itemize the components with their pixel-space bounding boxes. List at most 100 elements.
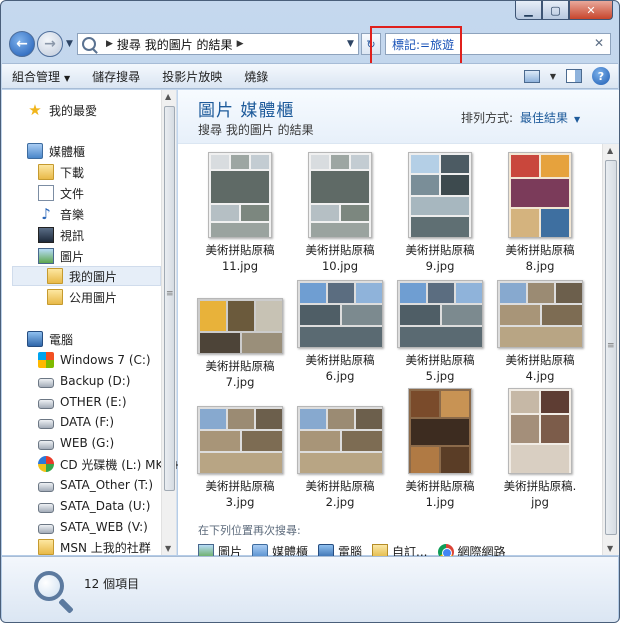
file-item[interactable]: 美術拼貼原稿 6.jpg: [294, 278, 386, 406]
nav-item-drive-d[interactable]: Backup (D:): [38, 371, 130, 391]
breadcrumb[interactable]: 搜尋 我的圖片 的結果: [117, 36, 233, 53]
nav-item-label: OTHER (E:): [60, 395, 127, 409]
file-name-line2: 10.jpg: [321, 259, 359, 273]
sort-dropdown[interactable]: 最佳結果 ▼: [520, 109, 580, 126]
address-row: ← → ▼ ▶ 搜尋 我的圖片 的結果 ▶ ▼ ↻ 標記:=旅遊 ✕: [9, 27, 611, 63]
file-item[interactable]: 美術拼貼原稿 5.jpg: [394, 278, 486, 406]
file-item[interactable]: 美術拼貼原稿 8.jpg: [494, 152, 586, 280]
scroll-down-icon[interactable]: ▼: [165, 544, 171, 553]
drive-icon: [38, 502, 54, 513]
breadcrumb-separator-icon[interactable]: ▶: [106, 39, 113, 49]
file-name-line1: 美術拼貼原稿: [505, 353, 575, 367]
file-item[interactable]: 美術拼貼原稿 3.jpg: [194, 406, 286, 534]
address-bar[interactable]: ▶ 搜尋 我的圖片 的結果 ▶: [77, 33, 359, 55]
burn-button[interactable]: 燒錄: [244, 68, 268, 85]
image-thumbnail: [397, 280, 483, 348]
file-name-line1: 美術拼貼原稿: [205, 479, 275, 493]
nav-item-msn-community[interactable]: MSN 上我的社群: [38, 537, 151, 557]
file-name-line1: 美術拼貼原稿: [305, 353, 375, 367]
file-name-line2: 11.jpg: [221, 259, 259, 273]
computer-icon: [27, 331, 43, 347]
search-icon: [82, 37, 96, 51]
nav-item-drive-t[interactable]: SATA_Other (T:): [38, 475, 153, 495]
recent-pages-dropdown[interactable]: ▼: [66, 39, 73, 49]
nav-item-public-pictures[interactable]: 公用圖片: [47, 287, 117, 307]
preview-pane-icon[interactable]: [566, 69, 582, 83]
nav-item-favorites[interactable]: ★ 我的最愛: [27, 100, 97, 120]
libraries-icon: [27, 143, 43, 159]
file-name-line1: 美術拼貼原稿: [505, 243, 575, 257]
change-view-icon[interactable]: [523, 69, 540, 83]
nav-item-drive-f[interactable]: DATA (F:): [38, 412, 114, 432]
nav-item-computer[interactable]: 電腦: [27, 329, 73, 349]
file-name-line1: 美術拼貼原稿: [305, 243, 375, 257]
save-search-button[interactable]: 儲存搜尋: [92, 68, 140, 85]
nav-item-label: SATA_Data (U:): [60, 499, 151, 513]
file-name-line2: 2.jpg: [325, 495, 355, 509]
details-pane: 12 個項目: [2, 556, 618, 622]
nav-item-downloads[interactable]: 下載: [38, 162, 84, 182]
file-item[interactable]: 美術拼貼原稿 2.jpg: [294, 406, 386, 534]
minimize-button[interactable]: ▁: [515, 1, 542, 20]
view-options-chevron-icon[interactable]: ▼: [550, 72, 556, 81]
drive-icon: [38, 418, 54, 429]
scroll-up-icon[interactable]: ▲: [607, 146, 613, 155]
slideshow-button[interactable]: 投影片放映: [162, 68, 222, 85]
nav-item-drive-v[interactable]: SATA_WEB (V:): [38, 517, 148, 537]
nav-item-drive-e[interactable]: OTHER (E:): [38, 392, 127, 412]
help-icon[interactable]: ?: [592, 67, 610, 85]
scroll-up-icon[interactable]: ▲: [165, 92, 171, 101]
drive-icon: [38, 377, 54, 388]
sort-value: 最佳結果: [520, 111, 569, 125]
organize-button[interactable]: 組合管理 ▼: [12, 68, 70, 85]
file-name-line1: 美術拼貼原稿: [205, 359, 275, 373]
file-item[interactable]: 美術拼貼原稿 9.jpg: [394, 152, 486, 280]
pictures-icon: [38, 248, 54, 264]
nav-item-label: SATA_WEB (V:): [60, 520, 148, 534]
search-again-label: 在下列位置再次搜尋:: [198, 524, 301, 537]
nav-item-drive-l[interactable]: CD 光碟機 (L:) MKS+: [38, 454, 181, 474]
nav-item-drive-g[interactable]: WEB (G:): [38, 433, 114, 453]
image-thumbnail: [497, 280, 583, 348]
file-item[interactable]: 美術拼貼原稿 1.jpg: [394, 388, 486, 516]
nav-item-libraries[interactable]: 媒體櫃: [27, 141, 85, 161]
item-count: 12 個項目: [84, 577, 140, 591]
breadcrumb-arrow-icon[interactable]: ▶: [237, 39, 244, 49]
nav-item-pictures[interactable]: 圖片: [38, 246, 84, 266]
address-history-dropdown-icon[interactable]: ▼: [347, 39, 354, 49]
maximize-button[interactable]: ▢: [542, 1, 569, 20]
nav-item-drive-u[interactable]: SATA_Data (U:): [38, 496, 150, 516]
file-item[interactable]: 美術拼貼原稿 4.jpg: [494, 278, 586, 406]
file-name-line2: 4.jpg: [525, 369, 555, 383]
nav-item-label: 下載: [60, 165, 85, 180]
file-name-line2: 5.jpg: [425, 369, 455, 383]
nav-item-drive-c[interactable]: Windows 7 (C:): [38, 350, 151, 370]
nav-item-videos[interactable]: 視訊: [38, 225, 84, 245]
caption-buttons: ▁ ▢ ✕: [515, 1, 613, 20]
scrollbar-thumb[interactable]: [605, 160, 617, 535]
chevron-down-icon: ▼: [574, 115, 581, 124]
nav-item-label: SATA_Other (T:): [60, 478, 154, 492]
nav-scrollbar[interactable]: ▲ ▼: [161, 90, 176, 555]
clear-search-icon[interactable]: ✕: [594, 36, 604, 50]
scroll-down-icon[interactable]: ▼: [607, 544, 613, 553]
drive-icon: [38, 439, 54, 450]
nav-item-music[interactable]: ♪ 音樂: [38, 204, 84, 224]
file-name-line2: 3.jpg: [225, 495, 255, 509]
nav-item-documents[interactable]: 文件: [38, 183, 84, 203]
windows-drive-icon: [38, 352, 54, 368]
content-scrollbar[interactable]: ▲ ▼: [602, 144, 619, 555]
file-name-line2: 8.jpg: [525, 259, 555, 273]
file-item[interactable]: 美術拼貼原稿 10.jpg: [294, 152, 386, 280]
file-item[interactable]: 美術拼貼原稿 7.jpg: [194, 278, 286, 406]
forward-button[interactable]: →: [37, 31, 63, 57]
image-thumbnail: [297, 406, 383, 474]
file-item[interactable]: 美術拼貼原稿. jpg: [494, 388, 586, 516]
file-name-line1: 美術拼貼原稿.: [503, 479, 577, 493]
file-name-line2: 7.jpg: [225, 375, 255, 389]
nav-item-my-pictures[interactable]: 我的圖片: [12, 266, 161, 286]
file-item[interactable]: 美術拼貼原稿 11.jpg: [194, 152, 286, 280]
back-button[interactable]: ←: [9, 31, 35, 57]
scrollbar-thumb[interactable]: [164, 106, 175, 491]
close-button[interactable]: ✕: [569, 1, 613, 20]
